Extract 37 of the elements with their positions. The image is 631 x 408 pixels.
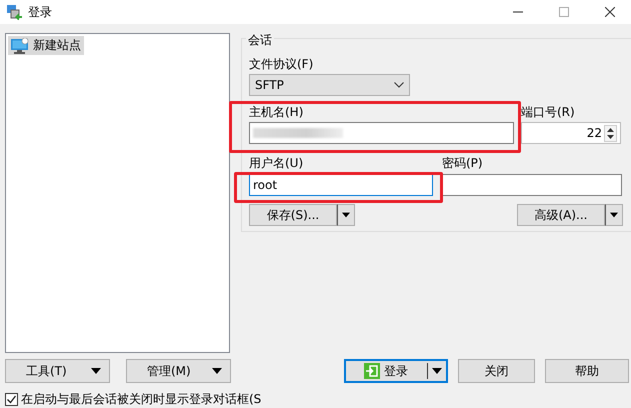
site-item[interactable]: 新建站点	[8, 36, 84, 55]
protocol-dropdown[interactable]: SFTP	[249, 74, 410, 96]
save-button[interactable]: 保存(S)...	[249, 204, 337, 226]
monitor-icon	[11, 38, 29, 54]
up-arrow-icon	[607, 128, 614, 132]
caret-icon	[91, 368, 101, 374]
menu-button[interactable]: 管理(M)	[126, 359, 231, 383]
dialog-button[interactable]: 关闭	[458, 359, 535, 383]
advanced-button[interactable]: 高级(A)...	[517, 204, 605, 226]
caret-icon	[342, 212, 350, 218]
checkbox[interactable]	[5, 393, 18, 406]
close-icon[interactable]	[605, 7, 615, 17]
dropdown-button[interactable]	[337, 204, 355, 226]
group-title: 会话	[246, 32, 274, 49]
port-field[interactable]: 22	[521, 122, 621, 144]
username-field[interactable]: root	[249, 174, 433, 196]
chevron-icon	[394, 82, 404, 88]
field-label: 用户名(U)	[249, 156, 304, 170]
menu-button[interactable]: 工具(T)	[5, 359, 110, 383]
checkbox-label: 在启动与最后会话被关闭时显示登录对话框(S	[21, 391, 262, 408]
field-label: 端口号(R)	[521, 105, 575, 119]
caret-icon	[610, 212, 618, 218]
field-label: 文件协议(F)	[249, 57, 314, 71]
password-field[interactable]	[442, 174, 622, 196]
hostname-field[interactable]	[249, 122, 514, 144]
field-label: 主机名(H)	[249, 105, 304, 119]
dropdown-button[interactable]	[605, 204, 623, 226]
caret-icon	[212, 368, 222, 374]
down-arrow-icon	[607, 134, 614, 138]
caret-icon	[432, 368, 442, 374]
login-icon	[364, 363, 380, 379]
spin-buttons[interactable]	[604, 124, 617, 142]
field-label: 密码(P)	[442, 156, 483, 170]
login-button[interactable]: 登录	[344, 359, 448, 383]
dialog-button[interactable]: 帮助	[545, 359, 629, 383]
window-title: 登录	[28, 4, 52, 20]
app-icon	[6, 4, 22, 20]
